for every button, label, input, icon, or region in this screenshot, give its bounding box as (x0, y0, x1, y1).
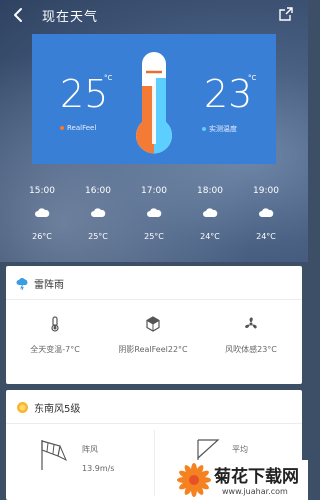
actual-unit: °C (248, 74, 257, 82)
top-bar: 现在天气 (0, 0, 308, 30)
thermometer-icon (135, 52, 172, 154)
back-arrow-icon[interactable] (10, 6, 28, 24)
hour-time: 15:00 (29, 186, 55, 196)
wind-card-header: 东南风5级 (6, 390, 302, 424)
sun-icon (17, 402, 28, 413)
hour-time: 17:00 (141, 186, 167, 196)
condition-metrics: 全天变温-7°C 阴影RealFeel22°C 风吹体感23°C (6, 300, 302, 384)
realfeel-legend: RealFeel (60, 124, 96, 132)
page-title: 现在天气 (42, 10, 99, 25)
fan-icon (245, 317, 257, 329)
hour-temp: 25°C (88, 232, 108, 241)
wind-divider (154, 430, 155, 496)
actual-temperature: 23 (204, 72, 253, 116)
actual-legend: 实测温度 (202, 124, 237, 134)
thermometer-small-icon (51, 316, 59, 332)
realfeel-dot (60, 126, 64, 130)
realfeel-temperature: 25 (60, 72, 109, 116)
actual-label: 实测温度 (209, 125, 237, 133)
shade-cube-icon (146, 316, 160, 332)
gust-value: 13.9m/s (82, 464, 115, 473)
metric-wind-chill: 风吹体感23°C (202, 316, 300, 355)
share-icon[interactable] (278, 6, 294, 22)
hour-time: 18:00 (197, 186, 223, 196)
site-watermark: 菊花下载网 www.juahar.com (170, 460, 308, 500)
metric-wind-chill-text: 风吹体感23°C (225, 345, 277, 354)
chrysanthemum-icon (177, 463, 211, 497)
cloud-icon (259, 208, 274, 217)
wind-title: 东南风5级 (34, 404, 81, 415)
actual-dot (202, 127, 206, 131)
condition-card: 雷阵雨 全天变温-7°C 阴影RealFeel22°C 风吹体感23°C (6, 266, 302, 384)
gust-label: 阵风 (82, 445, 98, 454)
condition-card-header: 雷阵雨 (6, 266, 302, 300)
realfeel-label: RealFeel (67, 124, 97, 132)
current-temperature-card: 25 °C RealFeel 23 °C 实测温度 (32, 34, 276, 164)
hour-item[interactable]: 17:00 25°C (134, 180, 174, 250)
hour-temp: 25°C (144, 232, 164, 241)
metric-day-temp-change: 全天变温-7°C (6, 316, 104, 355)
actual-temp-block: 23 °C 实测温度 (202, 72, 256, 133)
hour-time: 19:00 (253, 186, 279, 196)
hour-temp: 24°C (256, 232, 276, 241)
hour-item[interactable]: 16:00 25°C (78, 180, 118, 250)
realfeel-unit: °C (104, 74, 113, 82)
hour-item[interactable]: 15:00 26°C (22, 180, 62, 250)
realfeel-block: 25 °C RealFeel (60, 72, 112, 132)
thunder-rain-icon (16, 278, 28, 290)
hour-item[interactable]: 19:00 24°C (246, 180, 286, 250)
cloud-icon (35, 208, 50, 217)
cloud-icon (91, 208, 106, 217)
cloud-icon (203, 208, 218, 217)
windsock-icon (41, 440, 67, 470)
metric-day-temp-change-text: 全天变温-7°C (30, 345, 80, 354)
hour-item[interactable]: 18:00 24°C (190, 180, 230, 250)
condition-title: 雷阵雨 (34, 280, 64, 291)
hourly-forecast: 15:00 26°C 16:00 25°C 17:00 25°C 18:00 2… (0, 180, 308, 250)
watermark-title: 菊花下载网 (214, 467, 299, 487)
hour-temp: 24°C (200, 232, 220, 241)
cloud-icon (147, 208, 162, 217)
hour-time: 16:00 (85, 186, 111, 196)
metric-shade-realfeel-text: 阴影RealFeel22°C (118, 345, 188, 354)
metric-shade-realfeel: 阴影RealFeel22°C (104, 316, 202, 355)
watermark-url: www.juahar.com (222, 487, 288, 496)
average-label: 平均 (232, 445, 248, 454)
hour-temp: 26°C (32, 232, 52, 241)
